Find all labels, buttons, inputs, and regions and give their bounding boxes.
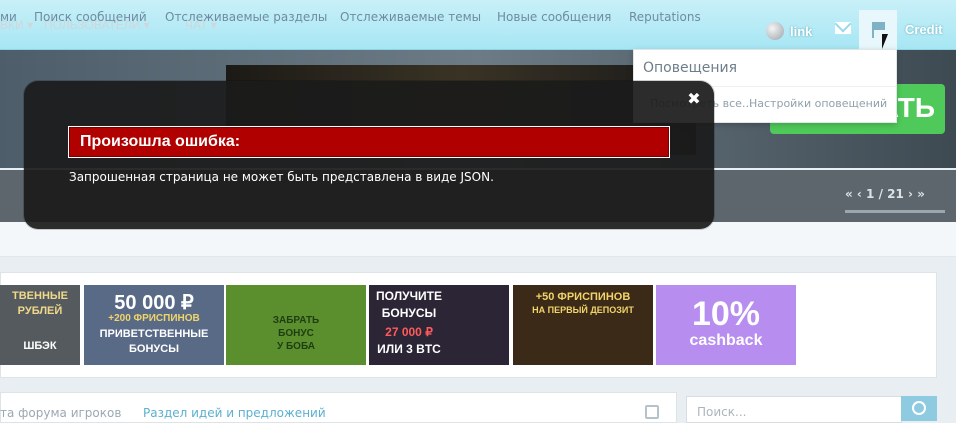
promo-banner[interactable]: ТВЕННЫЕ РУБЛЕЙ ШБЭК: [0, 285, 80, 365]
subnav-item-reputations[interactable]: Reputations: [629, 10, 701, 24]
promo-banner[interactable]: 10% cashback: [656, 285, 796, 365]
notifications-title: Оповещения: [643, 60, 738, 76]
error-title-bar: Произошла ошибка:: [68, 126, 670, 158]
user-menu[interactable]: link: [766, 22, 812, 40]
subnav-item-new-posts[interactable]: Новые сообщения: [497, 10, 611, 24]
avatar: [766, 22, 784, 40]
sitemap-icon[interactable]: [645, 405, 659, 419]
breadcrumb-item[interactable]: та форума игроков: [0, 406, 121, 420]
username: link: [790, 23, 813, 39]
subnav-item[interactable]: ми: [0, 10, 17, 24]
credit-link[interactable]: Credit: [905, 22, 943, 37]
alerts-tab[interactable]: [859, 10, 897, 49]
subnav-item-search[interactable]: Поиск сообщений: [34, 10, 147, 24]
search-button[interactable]: [901, 396, 937, 421]
page-navigation[interactable]: « ‹ 1 / 21 › »: [845, 187, 925, 201]
flag-icon: [872, 22, 885, 38]
subnav-item-watched-threads[interactable]: Отслеживаемые темы: [340, 10, 481, 24]
search-icon: [912, 401, 926, 415]
subnav-item-watched-forums[interactable]: Отслеживаемые разделы: [165, 10, 327, 24]
promo-banner[interactable]: ПОЛУЧИТЕ БОНУСЫ 27 000 ₽ ИЛИ 3 BTC: [369, 285, 509, 365]
error-message: Запрошенная страница не может быть предс…: [69, 170, 494, 184]
search-placeholder: Поиск...: [697, 405, 747, 419]
breadcrumb-item-ideas[interactable]: Раздел идей и предложений: [143, 406, 326, 420]
promo-banner[interactable]: +50 ФРИСПИНОВ НА ПЕРВЫЙ ДЕПОЗИТ: [513, 285, 653, 365]
promo-banner[interactable]: 50 000 ₽ +200 ФРИСПИНОВ ПРИВЕТСТВЕННЫЕ Б…: [84, 285, 224, 365]
promo-banner[interactable]: ЗАБРАТЬ БОНУС У БОБА: [226, 285, 366, 365]
search-input[interactable]: Поиск...: [686, 396, 902, 423]
mouse-cursor: [882, 34, 888, 49]
notification-settings-link[interactable]: Настройки оповещений: [749, 97, 887, 110]
close-icon[interactable]: ✖: [687, 91, 701, 107]
page-progress: [845, 210, 945, 213]
mail-icon[interactable]: [835, 22, 851, 34]
error-title: Произошла ошибка:: [80, 133, 241, 150]
